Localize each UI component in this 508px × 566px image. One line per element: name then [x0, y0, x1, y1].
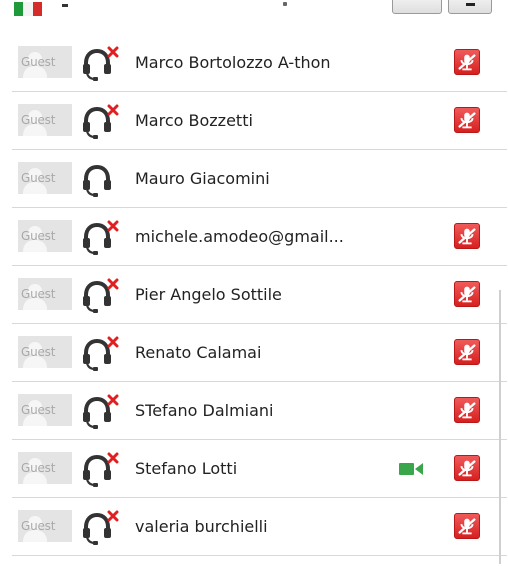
- participant-row[interactable]: Guest Renato Calamai: [12, 324, 507, 382]
- participant-list: Guest Marco Bortolozzo A-thon Guest Marco B…: [12, 34, 507, 556]
- microphone-muted-button[interactable]: [454, 455, 480, 481]
- guest-avatar: Guest: [18, 394, 72, 426]
- guest-avatar: Guest: [18, 452, 72, 484]
- headset-disconnected-icon: [80, 104, 120, 140]
- headset-disconnected-icon: [80, 394, 120, 430]
- minimize-button[interactable]: [448, 0, 492, 14]
- participant-row[interactable]: Guest Pier Angelo Sottile: [12, 266, 507, 324]
- participant-row[interactable]: Guest Stefano Lotti: [12, 440, 507, 498]
- avatar-label: Guest: [21, 345, 56, 359]
- avatar-label: Guest: [21, 403, 56, 417]
- participant-name: Stefano Lotti: [135, 459, 238, 478]
- participant-name: Renato Calamai: [135, 343, 262, 362]
- participant-name: valeria burchielli: [135, 517, 268, 536]
- guest-avatar: Guest: [18, 162, 72, 194]
- avatar-label: Guest: [21, 171, 56, 185]
- participant-name: Marco Bortolozzo A-thon: [135, 53, 331, 72]
- headset-disconnected-icon: [80, 510, 120, 546]
- header-dot: [283, 2, 287, 6]
- avatar-label: Guest: [21, 287, 56, 301]
- scrollbar[interactable]: [499, 290, 501, 564]
- headset-disconnected-icon: [80, 336, 120, 372]
- header-dash: [62, 4, 68, 7]
- participant-row[interactable]: Guest Mauro Giacomini: [12, 150, 507, 208]
- participant-row[interactable]: Guest STefano Dalmiani: [12, 382, 507, 440]
- headset-disconnected-icon: [80, 220, 120, 256]
- language-flag-icon[interactable]: [14, 2, 42, 16]
- guest-avatar: Guest: [18, 336, 72, 368]
- microphone-muted-button[interactable]: [454, 281, 480, 307]
- headset-disconnected-icon: [80, 46, 120, 82]
- microphone-muted-button[interactable]: [454, 513, 480, 539]
- avatar-label: Guest: [21, 113, 56, 127]
- microphone-muted-button[interactable]: [454, 49, 480, 75]
- video-camera-icon[interactable]: [399, 461, 425, 477]
- guest-avatar: Guest: [18, 46, 72, 78]
- participant-name: michele.amodeo@gmail...: [135, 227, 344, 246]
- guest-avatar: Guest: [18, 510, 72, 542]
- avatar-label: Guest: [21, 55, 56, 69]
- avatar-label: Guest: [21, 519, 56, 533]
- participant-row[interactable]: Guest Marco Bortolozzo A-thon: [12, 34, 507, 92]
- header-button[interactable]: [392, 0, 442, 14]
- participant-row[interactable]: Guest valeria burchielli: [12, 498, 507, 556]
- headset-disconnected-icon: [80, 452, 120, 488]
- participant-row[interactable]: Guest michele.amodeo@gmail...: [12, 208, 507, 266]
- panel-header: [0, 0, 508, 22]
- participant-name: STefano Dalmiani: [135, 401, 274, 420]
- guest-avatar: Guest: [18, 220, 72, 252]
- avatar-label: Guest: [21, 229, 56, 243]
- microphone-muted-button[interactable]: [454, 223, 480, 249]
- avatar-label: Guest: [21, 461, 56, 475]
- microphone-muted-button[interactable]: [454, 107, 480, 133]
- headset-disconnected-icon: [80, 278, 120, 314]
- guest-avatar: Guest: [18, 104, 72, 136]
- participant-name: Mauro Giacomini: [135, 169, 270, 188]
- participants-panel: Guest Marco Bortolozzo A-thon Guest Marco B…: [0, 0, 508, 566]
- microphone-muted-button[interactable]: [454, 339, 480, 365]
- participant-row[interactable]: Guest Marco Bozzetti: [12, 92, 507, 150]
- microphone-muted-button[interactable]: [454, 397, 480, 423]
- participant-name: Pier Angelo Sottile: [135, 285, 282, 304]
- participant-name: Marco Bozzetti: [135, 111, 253, 130]
- guest-avatar: Guest: [18, 278, 72, 310]
- headset-icon: [80, 162, 120, 198]
